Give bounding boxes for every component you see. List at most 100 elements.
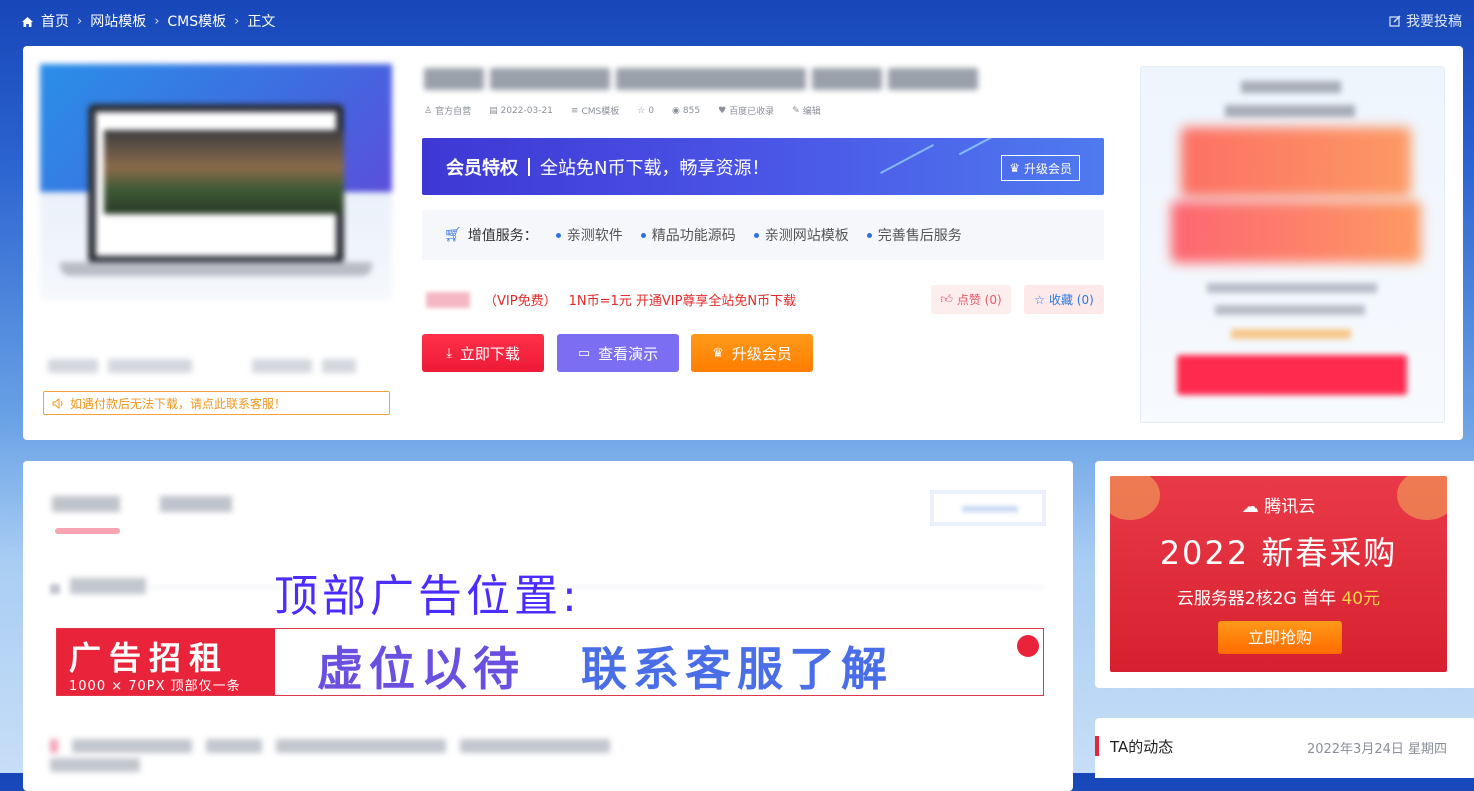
crown-icon: ♛ bbox=[1009, 161, 1020, 175]
tencent-ad-headline: 2022 新春采购 bbox=[1159, 534, 1398, 572]
top-ad-position-label: 顶部广告位置: bbox=[274, 571, 581, 622]
download-icon: ⤓ bbox=[446, 345, 452, 361]
cart-icon: 🛒︎ bbox=[444, 227, 462, 243]
ad-slogan-2: 联系客服了解 bbox=[581, 642, 893, 696]
activity-widget: TA的动态 2022年3月24日 星期四 bbox=[1095, 718, 1474, 778]
side-promo-ad-blurred[interactable] bbox=[1140, 66, 1445, 423]
vip-banner-upgrade-button[interactable]: ♛ 升级会员 bbox=[1001, 155, 1080, 181]
home-icon bbox=[22, 17, 33, 27]
tencent-cloud-ad[interactable]: ☁ 腾讯云 2022 新春采购 云服务器2核2G 首年 40元 立即抢购 bbox=[1110, 476, 1447, 672]
tab-blurred-1[interactable] bbox=[52, 496, 120, 512]
download-button[interactable]: ⤓ 立即下载 bbox=[422, 334, 544, 372]
activity-date: 2022年3月24日 星期四 bbox=[1306, 742, 1447, 757]
tencent-ad-price: 40元 bbox=[1341, 589, 1381, 609]
speaker-icon bbox=[52, 397, 63, 409]
product-thumbnail[interactable] bbox=[40, 64, 392, 300]
stars-text: 0 bbox=[648, 105, 655, 116]
value-added-services: 🛒︎ 增值服务： 亲测软件 精品功能源码 亲测网站模板 完善售后服务 bbox=[422, 210, 1104, 260]
date-text: 2022-03-21 bbox=[500, 105, 553, 116]
price-amount-blurred bbox=[426, 291, 470, 308]
star-icon: ☆ bbox=[1034, 292, 1045, 307]
author-text: 官方自营 bbox=[435, 107, 472, 117]
favorite-label: 收藏 (0) bbox=[1048, 293, 1094, 307]
submit-post-link[interactable]: 我要投稿 bbox=[1389, 10, 1462, 32]
heart-icon: ♥ bbox=[718, 105, 727, 116]
edit-text: 编辑 bbox=[802, 107, 821, 117]
user-icon: ♙ bbox=[424, 105, 433, 116]
content-paragraph-blurred bbox=[50, 738, 710, 772]
tencent-ad-sub: 云服务器2核2G 首年 40元 bbox=[1110, 584, 1447, 609]
service-item-text: 亲测网站模板 bbox=[764, 228, 849, 244]
meta-indexed: ♥ 百度已收录 bbox=[718, 104, 775, 118]
favorite-button[interactable]: ☆ 收藏 (0) bbox=[1024, 285, 1104, 314]
services-label: 🛒︎ 增值服务： bbox=[444, 225, 538, 245]
support-notice-text: 如遇付款后无法下载，请点此联系客服！ bbox=[70, 396, 287, 411]
vip-banner-upgrade-label: 升级会员 bbox=[1023, 161, 1072, 176]
crown-icon: ♛ bbox=[712, 345, 724, 361]
support-notice[interactable]: 如遇付款后无法下载，请点此联系客服！ bbox=[43, 391, 390, 415]
meta-edit[interactable]: ✎ 编辑 bbox=[792, 104, 821, 118]
upgrade-vip-button[interactable]: ♛ 升级会员 bbox=[691, 334, 813, 372]
top-ad-banner[interactable]: 广告招租 1000 × 70PX 顶部仅一条 虚位以待 联系客服了解 bbox=[56, 628, 1044, 696]
submit-post-label: 我要投稿 bbox=[1406, 14, 1462, 30]
price-line: （VIP免费） 1N币=1元 开通VIP尊享全站免N币下载 bbox=[426, 290, 796, 309]
chevron-right-icon: › bbox=[234, 13, 240, 29]
service-item: 亲测网站模板 bbox=[753, 225, 849, 245]
services-label-text: 增值服务： bbox=[467, 228, 538, 244]
service-item-text: 完善售后服务 bbox=[877, 228, 962, 244]
service-item: 亲测软件 bbox=[555, 225, 623, 245]
price-info-text: 1N币=1元 开通VIP尊享全站免N币下载 bbox=[568, 294, 797, 309]
category-text: CMS模板 bbox=[581, 107, 620, 117]
ad-slogan: 虚位以待 联系客服了解 bbox=[317, 633, 893, 696]
view-demo-label: 查看演示 bbox=[598, 344, 659, 363]
edit-icon bbox=[1389, 15, 1401, 27]
list-icon: ≡ bbox=[570, 105, 579, 116]
vip-banner-text: 全站免N币下载，畅享资源！ bbox=[540, 158, 770, 179]
ad-rent-block: 广告招租 1000 × 70PX 顶部仅一条 bbox=[57, 629, 275, 695]
section-heading-blurred bbox=[50, 578, 150, 596]
breadcrumb: 首页 › 网站模板 › CMS模板 › 正文 bbox=[22, 10, 275, 32]
activity-title: TA的动态 bbox=[1110, 738, 1174, 756]
download-label: 立即下载 bbox=[459, 344, 520, 363]
monitor-icon: ▭ bbox=[577, 345, 591, 361]
meta-category[interactable]: ≡ CMS模板 bbox=[570, 104, 620, 118]
tencent-ad-cta-button[interactable]: 立即抢购 bbox=[1218, 621, 1342, 654]
post-meta: ♙ 官方自营 ▤ 2022-03-21 ≡ CMS模板 ☆ 0 ◉ 855 ♥ 百度已收录 … bbox=[424, 104, 821, 118]
breadcrumb-cms-templates[interactable]: CMS模板 bbox=[167, 11, 226, 31]
section-accent-bar bbox=[1095, 736, 1099, 756]
megaphone-icon bbox=[1017, 635, 1039, 657]
action-button-blurred[interactable] bbox=[930, 490, 1046, 526]
divider bbox=[528, 158, 530, 176]
service-item-text: 亲测软件 bbox=[566, 228, 623, 244]
ad-slogan-1: 虚位以待 bbox=[317, 642, 525, 696]
meta-author: ♙ 官方自营 bbox=[424, 104, 472, 118]
like-label: 点赞 (0) bbox=[956, 293, 1002, 307]
tab-blurred-2[interactable] bbox=[160, 496, 232, 512]
breadcrumb-website-templates[interactable]: 网站模板 bbox=[90, 11, 146, 31]
pencil-icon: ✎ bbox=[792, 105, 800, 116]
breadcrumb-current: 正文 bbox=[247, 14, 276, 30]
eye-icon: ◉ bbox=[672, 105, 680, 116]
vip-banner-title: 会员特权 bbox=[446, 158, 518, 179]
service-item-text: 精品功能源码 bbox=[651, 228, 736, 244]
service-item: 精品功能源码 bbox=[640, 225, 736, 245]
indexed-text: 百度已收录 bbox=[729, 107, 775, 117]
chevron-right-icon: › bbox=[154, 13, 160, 29]
ad-rent-size: 1000 × 70PX 顶部仅一条 bbox=[69, 679, 241, 694]
upgrade-vip-label: 升级会员 bbox=[731, 344, 792, 363]
meta-date: ▤ 2022-03-21 bbox=[489, 104, 553, 117]
thumbs-up-icon: 👍︎ bbox=[940, 292, 953, 306]
active-tab-indicator bbox=[55, 528, 120, 534]
meta-views: ◉ 855 bbox=[672, 104, 700, 117]
view-demo-button[interactable]: ▭ 查看演示 bbox=[557, 334, 679, 372]
calendar-icon: ▤ bbox=[489, 105, 498, 116]
tencent-ad-sub-text: 云服务器2核2G 首年 bbox=[1176, 589, 1337, 609]
post-title-blurred bbox=[424, 68, 994, 94]
like-button[interactable]: 👍︎ 点赞 (0) bbox=[931, 285, 1011, 314]
chevron-right-icon: › bbox=[77, 13, 83, 29]
brand-text: 腾讯云 bbox=[1264, 497, 1316, 517]
thumbnail-meta-blurred bbox=[48, 358, 368, 376]
star-icon: ☆ bbox=[637, 105, 646, 116]
tencent-cloud-brand: ☁ 腾讯云 bbox=[1110, 492, 1447, 517]
breadcrumb-home[interactable]: 首页 bbox=[41, 11, 69, 31]
